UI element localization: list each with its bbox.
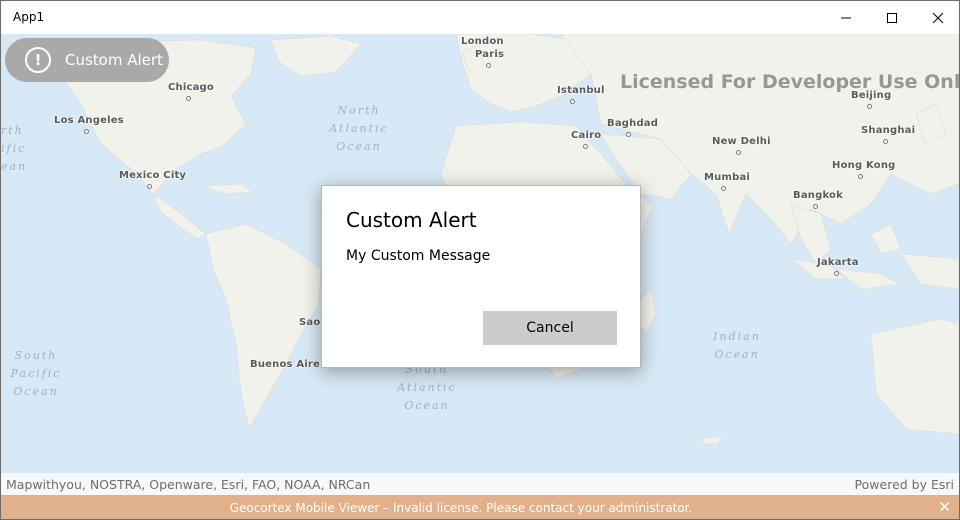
place-label-buenos-aires: Buenos Aire [250,359,321,370]
custom-alert-button[interactable]: ! Custom Alert [5,38,169,82]
dialog-title: Custom Alert [346,208,477,232]
cancel-button[interactable]: Cancel [483,311,617,345]
place-dot-mumbai [721,186,726,191]
place-label-shanghai: Shanghai [861,125,916,136]
place-dot-cairo [583,144,588,149]
place-label-mumbai: Mumbai [704,172,751,183]
powered-by-esri[interactable]: Powered by Esri [855,477,954,492]
place-label-baghdad: Baghdad [607,118,659,129]
place-dot-beijing [867,104,872,109]
attribution-sources: Mapwithyou, NOSTRA, Openware, Esri, FAO,… [6,477,371,492]
close-icon [932,12,944,23]
place-label-jakarta: Jakarta [817,257,859,268]
place-label-bangkok: Bangkok [793,190,843,201]
place-label-hong-kong: Hong Kong [832,160,896,171]
place-dot-chicago [186,96,191,101]
place-label-london: London [461,36,504,47]
maximize-button[interactable] [869,1,915,34]
place-label-chicago: Chicago [168,82,214,93]
ocean-label-south-pacific: South Pacific Ocean [10,349,62,398]
license-warning-bar: Geocortex Mobile Viewer – Invalid licens… [1,495,959,519]
place-label-cairo: Cairo [571,130,602,141]
custom-alert-dialog: Custom Alert My Custom Message Cancel [321,185,641,368]
place-dot-hong-kong [858,174,863,179]
maximize-icon [887,12,897,23]
place-dot-shanghai [883,139,888,144]
place-dot-baghdad [626,132,631,137]
minimize-icon [841,17,851,18]
place-dot-jakarta [834,271,839,276]
minimize-button[interactable] [823,1,869,34]
place-label-istanbul: Istanbul [557,85,605,96]
place-label-los-angeles: Los Angeles [54,115,124,126]
place-label-mexico-city: Mexico City [119,170,187,181]
license-watermark: Licensed For Developer Use Only [620,71,959,93]
custom-alert-button-label: Custom Alert [65,51,163,69]
place-dot-mexico-city [147,184,152,189]
exclamation-circle-icon: ! [25,47,51,73]
close-icon[interactable]: ✕ [938,498,951,516]
place-dot-istanbul [570,99,575,104]
ocean-label-north-pacific-partial: rth ific ean [1,124,28,173]
title-bar: App1 [1,1,959,34]
app-window: App1 London Paris Chicago Los Angeles Me… [0,0,960,520]
window-title: App1 [13,10,45,24]
place-dot-bangkok [813,204,818,209]
license-warning-message: Geocortex Mobile Viewer – Invalid licens… [229,501,693,515]
place-dot-paris [486,63,491,68]
ocean-label-north-atlantic: North Atlantic Ocean [329,104,389,153]
place-label-paris: Paris [475,49,505,60]
map-attribution: Mapwithyou, NOSTRA, Openware, Esri, FAO,… [1,473,959,495]
place-label-sao: Sao [299,317,321,328]
place-dot-los-angeles [84,129,89,134]
place-label-new-delhi: New Delhi [712,136,771,147]
close-window-button[interactable] [915,1,959,34]
ocean-label-indian: Indian Ocean [713,330,761,361]
ocean-label-south-atlantic: South Atlantic Ocean [397,363,457,412]
place-dot-new-delhi [736,150,741,155]
dialog-message: My Custom Message [346,248,491,264]
